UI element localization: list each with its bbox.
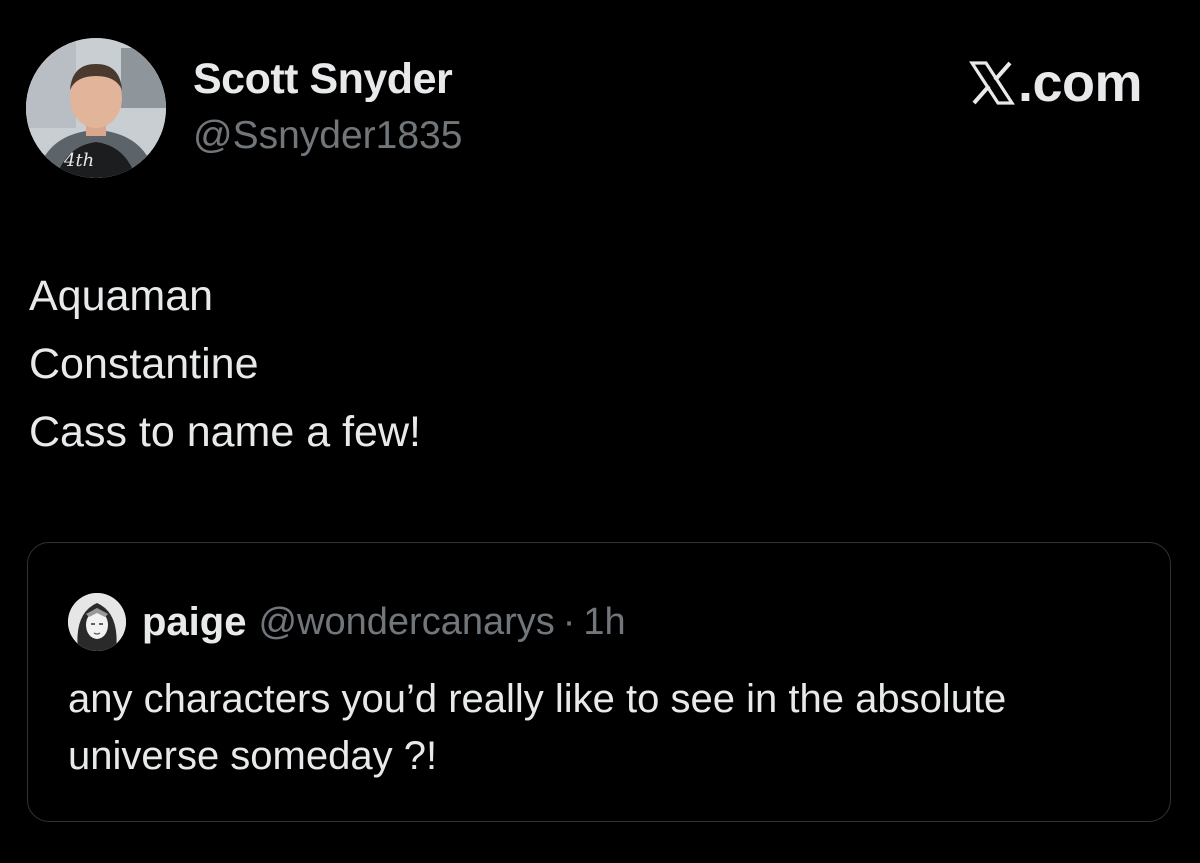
- author-handle[interactable]: @Ssnyder1835: [193, 114, 462, 158]
- tweet-line: Cass to name a few!: [29, 408, 421, 456]
- brand-label: .com: [1017, 53, 1143, 113]
- tweet-screenshot: 4th Scott Snyder @Ssnyder1835 .com Aquam…: [0, 0, 1200, 863]
- tweet-line: Constantine: [29, 340, 259, 388]
- quoted-tweet-header: paige @wondercanarys · 1h: [68, 593, 626, 651]
- profile-photo-icon: 4th: [26, 38, 166, 178]
- quoted-author-name[interactable]: paige: [142, 600, 246, 645]
- quoted-tweet-text: any characters you’d really like to see …: [68, 677, 1007, 778]
- brand-watermark: .com: [968, 52, 1143, 114]
- svg-text:4th: 4th: [63, 150, 94, 171]
- x-logo-icon: [969, 61, 1015, 105]
- quoted-author-avatar[interactable]: [68, 593, 126, 651]
- separator-dot: ·: [562, 600, 576, 643]
- tweet-line: Aquaman: [29, 272, 214, 320]
- quoted-author-handle[interactable]: @wondercanarys: [258, 601, 554, 644]
- quoted-tweet-card[interactable]: paige @wondercanarys · 1h any characters…: [27, 542, 1171, 822]
- profile-illustration-icon: [68, 593, 126, 651]
- author-avatar[interactable]: 4th: [26, 38, 166, 178]
- author-name[interactable]: Scott Snyder: [193, 55, 453, 104]
- quoted-timestamp[interactable]: 1h: [583, 601, 625, 644]
- tweet-text: Aquaman Constantine Cass to name a few!: [29, 262, 421, 466]
